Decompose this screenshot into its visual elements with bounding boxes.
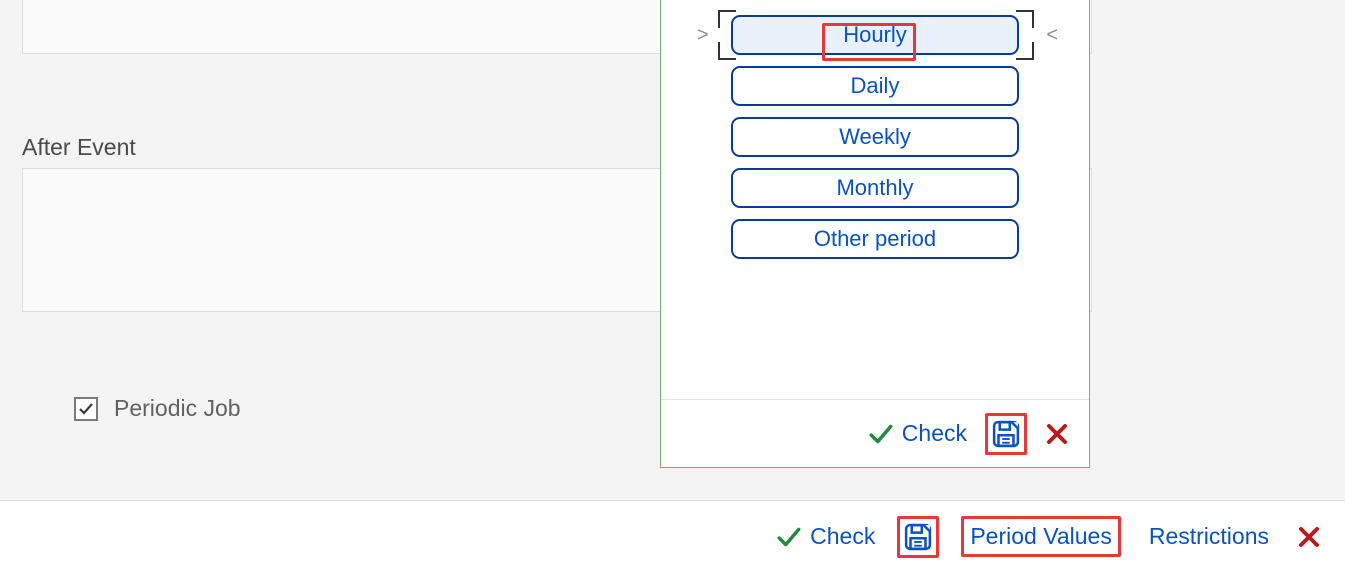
footer-check-label: Check — [810, 523, 875, 550]
close-icon[interactable] — [1297, 525, 1321, 549]
popup-check-button[interactable]: Check — [868, 420, 967, 447]
period-option-daily[interactable]: Daily — [731, 66, 1019, 106]
focus-bracket — [718, 10, 736, 28]
focus-bracket — [1016, 10, 1034, 28]
restrictions-button[interactable]: Restrictions — [1143, 519, 1275, 554]
periodic-job-checkbox[interactable] — [74, 397, 98, 421]
focus-bracket — [1016, 42, 1034, 60]
period-option-label: Monthly — [836, 175, 913, 201]
footer-check-button[interactable]: Check — [776, 523, 875, 550]
page-footer-toolbar: Check Period Values Restrictions — [0, 500, 1345, 572]
period-values-popup: > Hourly < Daily Weekly Monthly — [660, 0, 1090, 468]
period-option-label: Daily — [851, 73, 900, 99]
period-values-button[interactable]: Period Values — [961, 516, 1121, 557]
popup-check-label: Check — [902, 420, 967, 447]
period-option-other[interactable]: Other period — [731, 219, 1019, 259]
checkmark-icon — [868, 421, 894, 447]
save-icon — [903, 522, 933, 552]
selection-indicator-left: > — [697, 24, 709, 47]
period-option-monthly[interactable]: Monthly — [731, 168, 1019, 208]
period-option-hourly[interactable]: Hourly — [731, 15, 1019, 55]
checkmark-icon — [776, 524, 802, 550]
selection-indicator-right: < — [1046, 24, 1058, 47]
period-option-label: Weekly — [839, 124, 911, 150]
period-option-weekly[interactable]: Weekly — [731, 117, 1019, 157]
option-row-other: Other period — [661, 219, 1089, 259]
checkmark-icon — [78, 401, 94, 417]
periodic-job-label: Periodic Job — [114, 395, 241, 422]
option-row-daily: Daily — [661, 66, 1089, 106]
option-row-hourly: > Hourly < — [661, 15, 1089, 55]
option-row-weekly: Weekly — [661, 117, 1089, 157]
option-row-monthly: Monthly — [661, 168, 1089, 208]
popup-save-button[interactable] — [985, 413, 1027, 455]
periodic-job-row: Periodic Job — [74, 395, 241, 422]
footer-save-button[interactable] — [897, 516, 939, 558]
period-option-label: Other period — [814, 226, 936, 252]
close-icon[interactable] — [1045, 422, 1069, 446]
period-option-label: Hourly — [843, 22, 907, 48]
period-options-list: > Hourly < Daily Weekly Monthly — [661, 0, 1089, 259]
focus-bracket — [718, 42, 736, 60]
popup-footer: Check — [661, 399, 1089, 467]
save-icon — [991, 419, 1021, 449]
after-event-label: After Event — [22, 134, 136, 161]
